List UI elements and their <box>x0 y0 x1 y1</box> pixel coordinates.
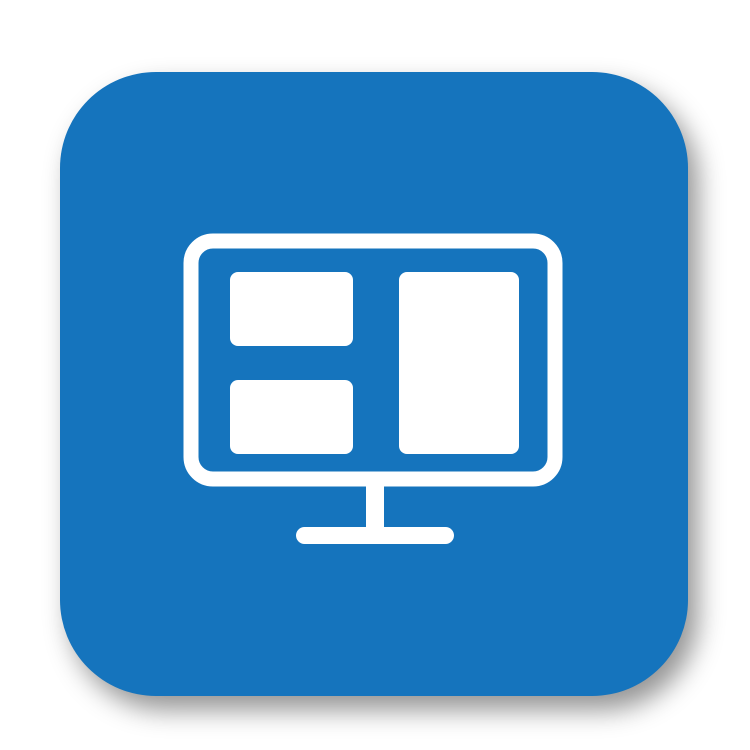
dashboard-panel-bottom-left <box>230 380 353 454</box>
monitor-stand-neck <box>366 484 384 528</box>
app-icon[interactable] <box>0 0 750 750</box>
dashboard-panel-right <box>399 272 519 454</box>
monitor-stand-base <box>296 527 454 544</box>
dashboard-monitor-icon <box>183 233 563 544</box>
dashboard-panel-top-left <box>230 272 353 346</box>
